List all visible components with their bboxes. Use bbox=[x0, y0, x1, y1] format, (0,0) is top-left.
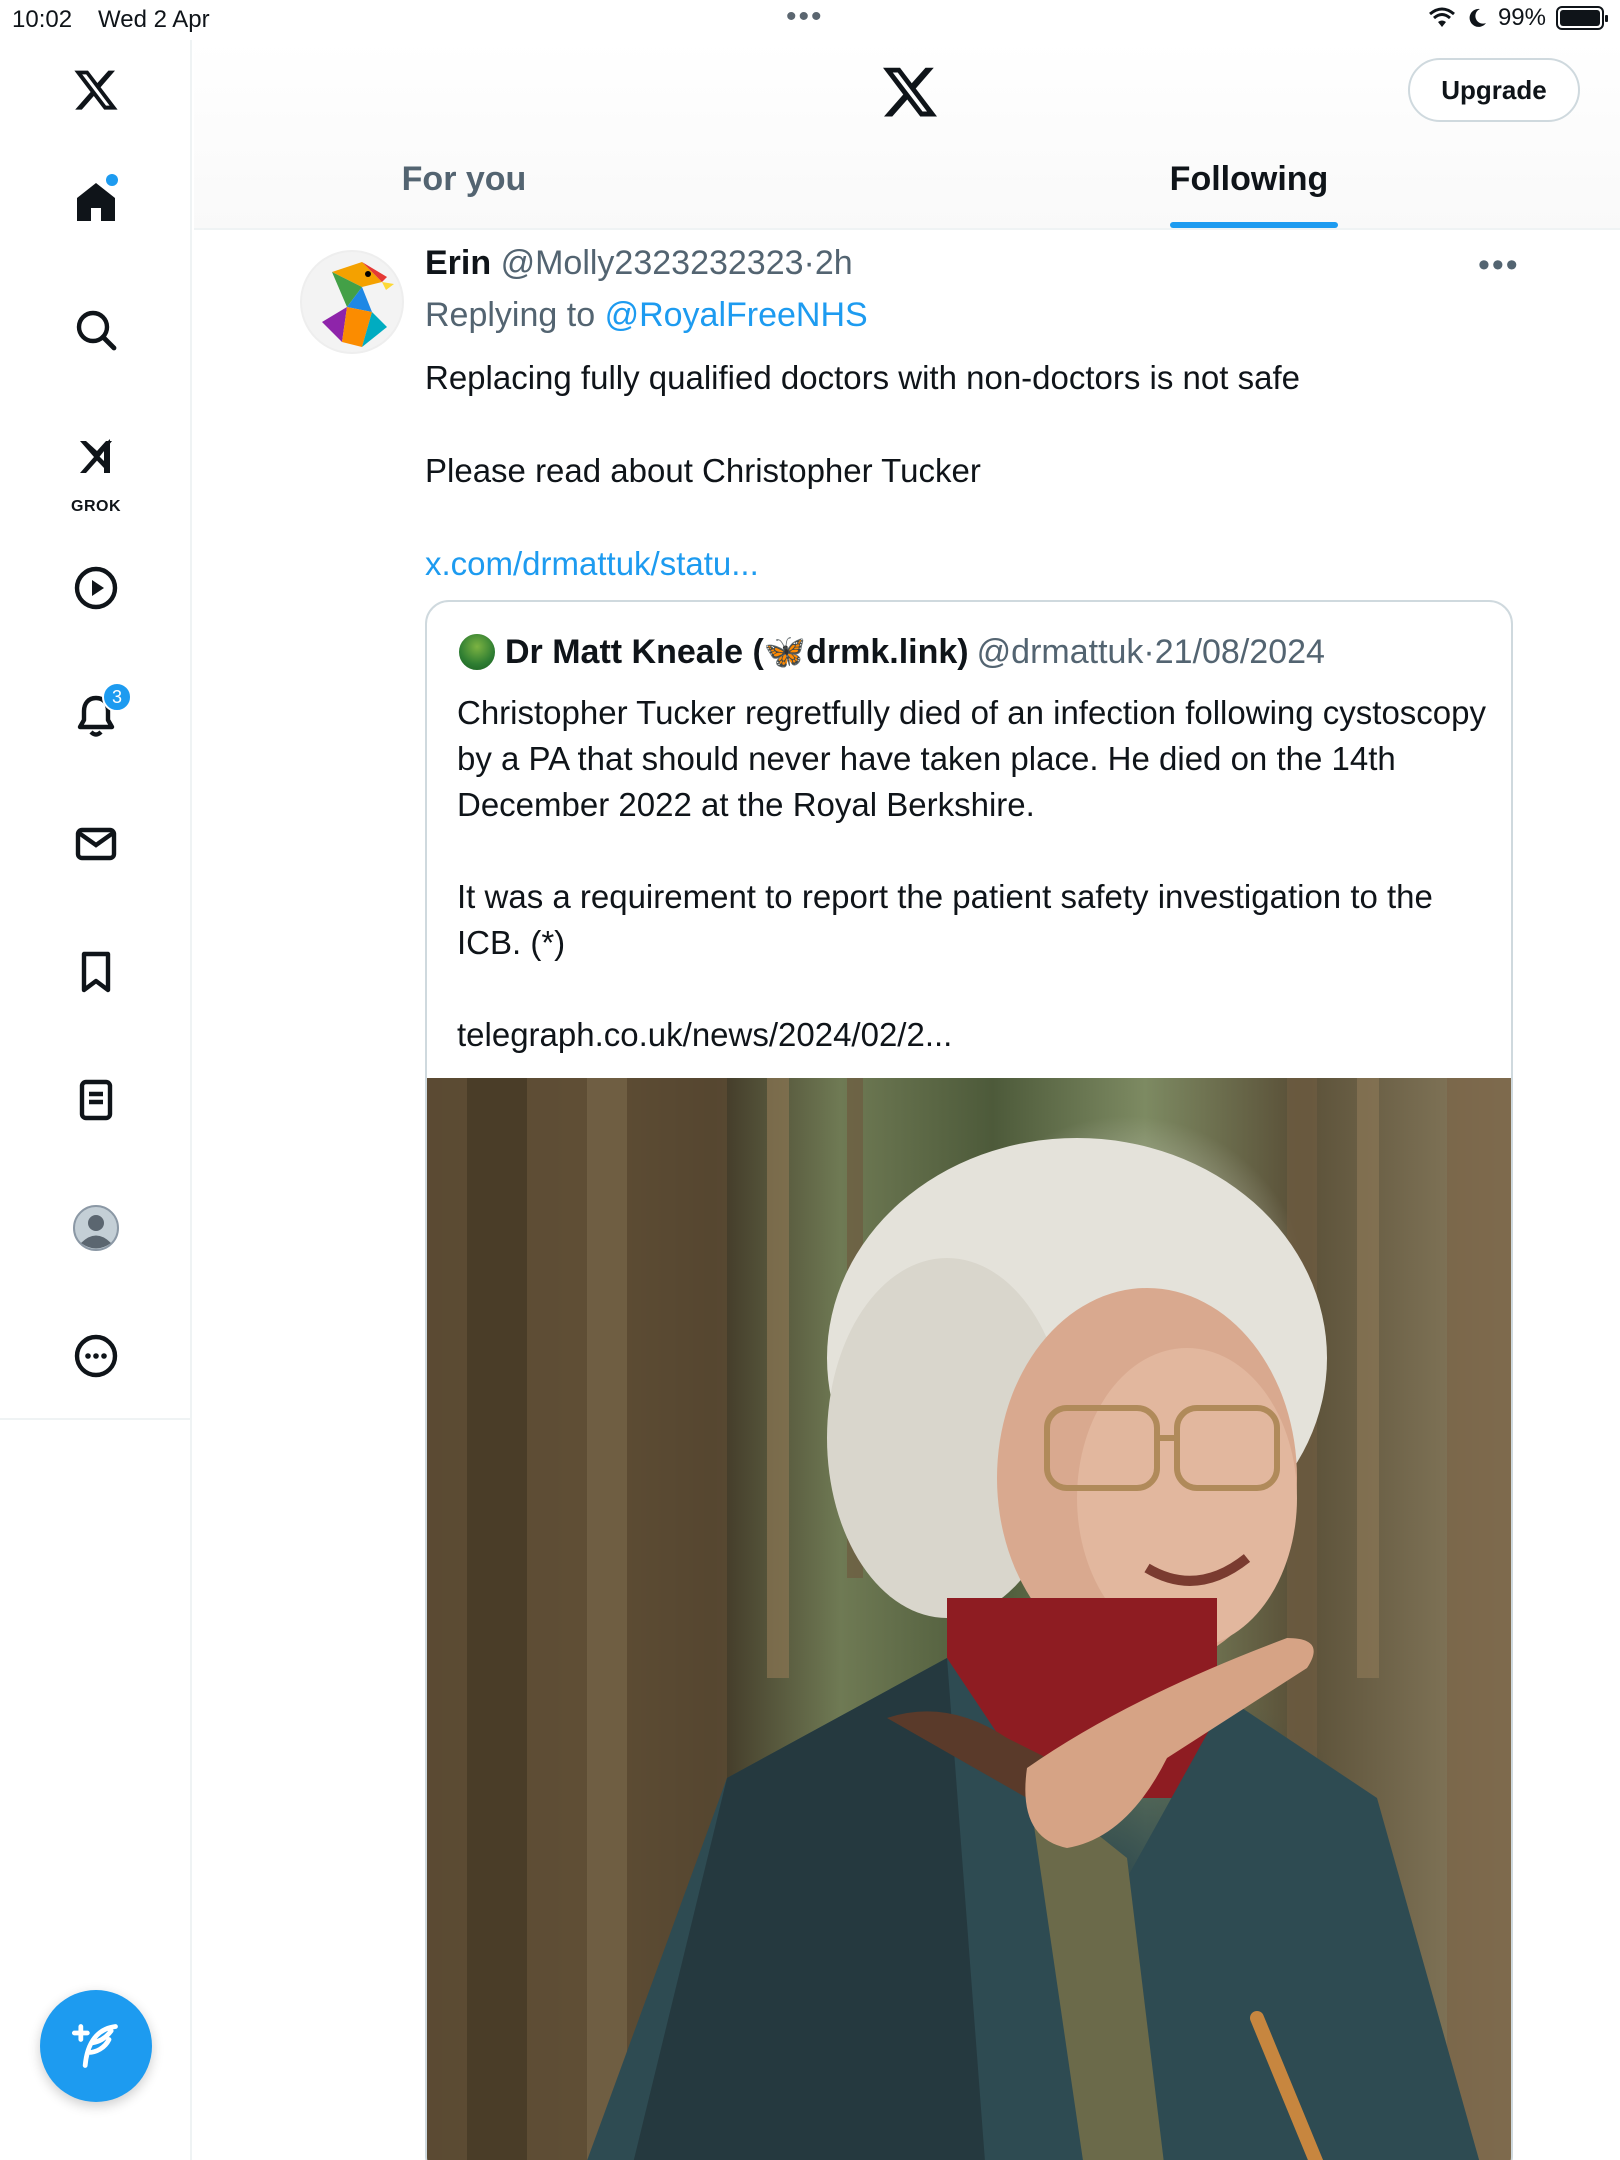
status-bar: 10:02 Wed 2 Apr ••• 99% bbox=[0, 0, 1620, 40]
x-logo-icon[interactable] bbox=[56, 50, 136, 130]
tweet-link[interactable]: x.com/drmattuk/statu... bbox=[425, 540, 1525, 587]
compose-button[interactable] bbox=[40, 1990, 152, 2102]
tweet-body: Replacing fully qualified doctors with n… bbox=[425, 354, 1525, 633]
replying-handle-link[interactable]: @RoyalFreeNHS bbox=[605, 296, 868, 334]
quoted-author-handle: @drmattuk bbox=[976, 632, 1144, 671]
unread-dot bbox=[106, 174, 118, 186]
quoted-link-text: telegraph.co.uk/news/2024/02/2... bbox=[457, 1016, 953, 1053]
replying-to: Replying to @RoyalFreeNHS bbox=[425, 296, 868, 335]
tab-following[interactable]: Following bbox=[1154, 160, 1344, 230]
quoted-author-name: Dr Matt Kneale (🦋drmk.link) bbox=[505, 633, 969, 671]
multitasking-dots-icon[interactable]: ••• bbox=[786, 0, 824, 34]
tab-for-you[interactable]: For you bbox=[374, 160, 554, 230]
search-icon bbox=[76, 310, 117, 351]
sidebar-item-videos[interactable] bbox=[56, 548, 136, 628]
grok-icon bbox=[80, 439, 112, 473]
wifi-icon bbox=[1428, 7, 1455, 27]
sidebar-item-lists[interactable] bbox=[56, 1060, 136, 1140]
battery-percent: 99% bbox=[1497, 4, 1546, 31]
bookmark-icon bbox=[81, 951, 111, 993]
separator: · bbox=[803, 244, 815, 282]
tweet-author-name[interactable]: Erin bbox=[425, 244, 491, 282]
sidebar-item-messages[interactable] bbox=[56, 804, 136, 884]
sidebar: GROK 3 bbox=[0, 40, 192, 2160]
quoted-tweet-photo[interactable] bbox=[427, 1078, 1511, 2160]
upgrade-button[interactable]: Upgrade bbox=[1408, 58, 1580, 122]
x-logo-icon[interactable] bbox=[880, 62, 940, 122]
notification-badge: 3 bbox=[102, 682, 132, 712]
quoted-tweet-header: Dr Matt Kneale (🦋drmk.link) @drmattuk · 21… bbox=[457, 632, 1325, 672]
sidebar-divider bbox=[0, 1418, 192, 1420]
quoted-author-avatar bbox=[457, 632, 497, 672]
sidebar-item-grok[interactable]: GROK bbox=[56, 418, 136, 518]
battery-icon bbox=[1556, 6, 1608, 30]
tweet-header: Erin @Molly2323232323·2h bbox=[425, 244, 853, 283]
photo-illustration bbox=[427, 1078, 1511, 2160]
sidebar-item-home[interactable] bbox=[56, 162, 136, 242]
quoted-paragraph: Christopher Tucker regretfully died of a… bbox=[457, 694, 1487, 823]
status-time: 10:02 bbox=[12, 6, 73, 33]
tweet-time[interactable]: 2h bbox=[815, 244, 853, 282]
tweet-paragraph: Replacing fully qualified doctors with n… bbox=[425, 359, 1300, 396]
replying-prefix: Replying to bbox=[425, 296, 596, 334]
tweet-author-handle[interactable]: @Molly2323232323 bbox=[501, 244, 804, 282]
quoted-tweet-date: 21/08/2024 bbox=[1154, 632, 1325, 671]
grok-label: GROK bbox=[71, 498, 121, 515]
more-icon bbox=[74, 1334, 118, 1378]
sidebar-item-bookmarks[interactable] bbox=[56, 932, 136, 1012]
play-icon bbox=[74, 566, 118, 610]
separator: · bbox=[1143, 632, 1155, 671]
sidebar-item-search[interactable] bbox=[56, 290, 136, 370]
quoted-tweet-body: Christopher Tucker regretfully died of a… bbox=[457, 690, 1487, 1104]
sidebar-item-profile[interactable] bbox=[56, 1188, 136, 1268]
mail-icon bbox=[75, 827, 117, 861]
moon-icon bbox=[1469, 8, 1486, 27]
tweet-paragraph: Please read about Christopher Tucker bbox=[425, 452, 981, 489]
profile-icon bbox=[73, 1205, 119, 1251]
timeline-header: Upgrade For you Following bbox=[194, 40, 1620, 230]
tweet-more-icon[interactable]: ••• bbox=[1478, 246, 1520, 285]
active-tab-indicator bbox=[1170, 222, 1338, 228]
sidebar-item-notifications[interactable]: 3 bbox=[56, 676, 136, 756]
status-date: Wed 2 Apr bbox=[98, 6, 210, 33]
list-icon bbox=[79, 1079, 113, 1121]
eagle-avatar-icon bbox=[322, 262, 394, 347]
sidebar-item-more[interactable] bbox=[56, 1316, 136, 1396]
tweet-author-avatar[interactable] bbox=[300, 250, 404, 354]
compose-icon bbox=[71, 2024, 118, 2068]
status-indicators: 99% bbox=[1428, 4, 1608, 32]
quoted-tweet[interactable]: Dr Matt Kneale (🦋drmk.link) @drmattuk · 21… bbox=[425, 600, 1513, 2160]
quoted-paragraph: It was a requirement to report the patie… bbox=[457, 878, 1433, 961]
